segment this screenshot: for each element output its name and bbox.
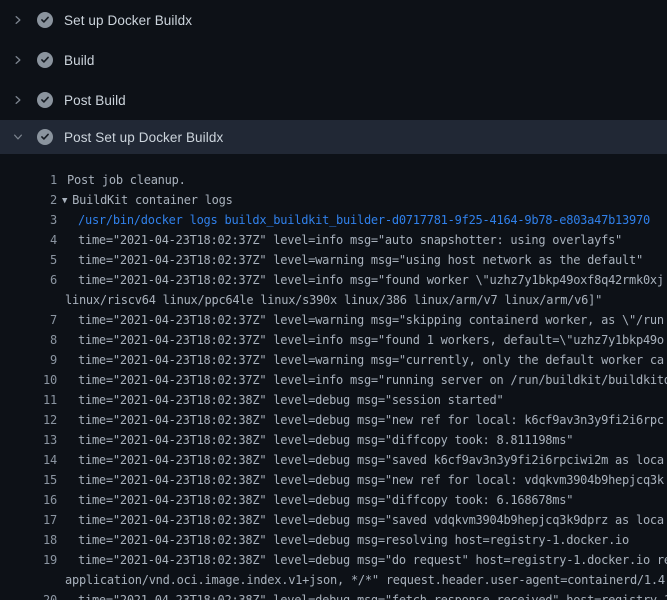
log-line: 19 time="2021-04-23T18:02:38Z" level=debu…	[0, 550, 667, 570]
log-text: time="2021-04-23T18:02:38Z" level=debug …	[78, 470, 664, 490]
log-line: 1 Post job cleanup.	[0, 170, 667, 190]
chevron-right-icon[interactable]	[11, 13, 25, 27]
log-text: time="2021-04-23T18:02:38Z" level=debug …	[78, 430, 573, 450]
log-text: time="2021-04-23T18:02:38Z" level=debug …	[78, 590, 667, 600]
line-number-link[interactable]: 18	[0, 530, 57, 550]
check-circle-icon	[37, 12, 53, 28]
log-text: application/vnd.oci.image.index.v1+json,…	[65, 570, 665, 590]
line-number-link[interactable]: 20	[0, 590, 57, 600]
line-number-link[interactable]: 1	[0, 170, 57, 190]
group-title: BuildKit container logs	[72, 193, 232, 207]
log-line: 5 time="2021-04-23T18:02:37Z" level=warni…	[0, 250, 667, 270]
log-line: 17 time="2021-04-23T18:02:38Z" level=debu…	[0, 510, 667, 530]
line-number-link[interactable]: 19	[0, 550, 57, 570]
log-command-text: /usr/bin/docker logs buildx_buildkit_bui…	[78, 210, 650, 230]
log-text: time="2021-04-23T18:02:37Z" level=warnin…	[78, 250, 643, 270]
log-line: 3/usr/bin/docker logs buildx_buildkit_bu…	[0, 210, 667, 230]
log-text: time="2021-04-23T18:02:38Z" level=debug …	[78, 410, 664, 430]
line-number-link[interactable]: 17	[0, 510, 57, 530]
step-row-set-up-docker-buildx[interactable]: Set up Docker Buildx	[0, 0, 667, 40]
log-text: time="2021-04-23T18:02:37Z" level=info m…	[78, 270, 664, 290]
log-line: 6 time="2021-04-23T18:02:37Z" level=info …	[0, 270, 667, 290]
line-number-link[interactable]: 16	[0, 490, 57, 510]
group-expanded-triangle-icon[interactable]: ▼	[62, 191, 67, 210]
log-text: time="2021-04-23T18:02:38Z" level=debug …	[78, 550, 667, 570]
line-number-link[interactable]: 15	[0, 470, 57, 490]
log-area: 1 Post job cleanup. 2 ▼ BuildKit container l…	[0, 154, 667, 600]
log-text: time="2021-04-23T18:02:38Z" level=debug …	[78, 450, 664, 470]
line-number-link[interactable]: 7	[0, 310, 57, 330]
log-text: time="2021-04-23T18:02:38Z" level=debug …	[78, 490, 573, 510]
line-number-link[interactable]: 10	[0, 370, 57, 390]
chevron-right-icon[interactable]	[11, 53, 25, 67]
log-text: Post job cleanup.	[67, 170, 186, 190]
check-circle-icon	[37, 52, 53, 68]
chevron-down-icon[interactable]	[11, 130, 25, 144]
line-number-link[interactable]: 3	[0, 210, 57, 230]
line-number-link[interactable]: 13	[0, 430, 57, 450]
log-text: linux/riscv64 linux/ppc64le linux/s390x …	[65, 290, 602, 310]
log-line: 20 time="2021-04-23T18:02:38Z" level=debu…	[0, 590, 667, 600]
line-number-link[interactable]: 4	[0, 230, 57, 250]
log-line: 18 time="2021-04-23T18:02:38Z" level=debu…	[0, 530, 667, 550]
log-text: time="2021-04-23T18:02:38Z" level=debug …	[78, 510, 664, 530]
log-line: 4 time="2021-04-23T18:02:37Z" level=info …	[0, 230, 667, 250]
log-line: 8 time="2021-04-23T18:02:37Z" level=info …	[0, 330, 667, 350]
log-text: time="2021-04-23T18:02:38Z" level=debug …	[78, 530, 629, 550]
log-line: 12 time="2021-04-23T18:02:38Z" level=debu…	[0, 410, 667, 430]
log-line: 15 time="2021-04-23T18:02:38Z" level=debu…	[0, 470, 667, 490]
log-line: 10 time="2021-04-23T18:02:37Z" level=info…	[0, 370, 667, 390]
log-line: 11 time="2021-04-23T18:02:38Z" level=debu…	[0, 390, 667, 410]
log-text: time="2021-04-23T18:02:37Z" level=warnin…	[78, 350, 664, 370]
line-number-link[interactable]: 8	[0, 330, 57, 350]
log-text: time="2021-04-23T18:02:38Z" level=debug …	[78, 390, 503, 410]
log-line-continuation: application/vnd.oci.image.index.v1+json,…	[0, 570, 667, 590]
step-row-post-set-up-docker-buildx[interactable]: Post Set up Docker Buildx	[0, 120, 667, 154]
check-circle-icon	[37, 129, 53, 145]
log-line: 9 time="2021-04-23T18:02:37Z" level=warni…	[0, 350, 667, 370]
log-line: 14 time="2021-04-23T18:02:38Z" level=debu…	[0, 450, 667, 470]
step-row-post-build[interactable]: Post Build	[0, 80, 667, 120]
line-number-link[interactable]: 2	[0, 190, 57, 210]
check-circle-icon	[37, 92, 53, 108]
line-number-link[interactable]: 5	[0, 250, 57, 270]
step-row-build[interactable]: Build	[0, 40, 667, 80]
line-number-link[interactable]: 6	[0, 270, 57, 290]
step-label: Build	[64, 53, 95, 68]
line-number-link[interactable]: 14	[0, 450, 57, 470]
line-number-link[interactable]: 11	[0, 390, 57, 410]
log-text: time="2021-04-23T18:02:37Z" level=info m…	[78, 370, 667, 390]
log-line[interactable]: 2 ▼ BuildKit container logs	[0, 190, 667, 210]
step-label: Set up Docker Buildx	[64, 13, 192, 28]
log-text: ▼ BuildKit container logs	[62, 190, 233, 210]
log-text: time="2021-04-23T18:02:37Z" level=warnin…	[78, 310, 664, 330]
chevron-right-icon[interactable]	[11, 93, 25, 107]
steps-list: Set up Docker Buildx Build Post Build Post …	[0, 0, 667, 154]
step-label: Post Build	[64, 93, 126, 108]
log-line: 13 time="2021-04-23T18:02:38Z" level=debu…	[0, 430, 667, 450]
line-number-link[interactable]: 9	[0, 350, 57, 370]
step-label: Post Set up Docker Buildx	[64, 130, 223, 145]
log-text: time="2021-04-23T18:02:37Z" level=info m…	[78, 330, 664, 350]
line-number-link[interactable]: 12	[0, 410, 57, 430]
log-text: time="2021-04-23T18:02:37Z" level=info m…	[78, 230, 622, 250]
log-line-continuation: linux/riscv64 linux/ppc64le linux/s390x …	[0, 290, 667, 310]
log-line: 16 time="2021-04-23T18:02:38Z" level=debu…	[0, 490, 667, 510]
log-line: 7 time="2021-04-23T18:02:37Z" level=warni…	[0, 310, 667, 330]
